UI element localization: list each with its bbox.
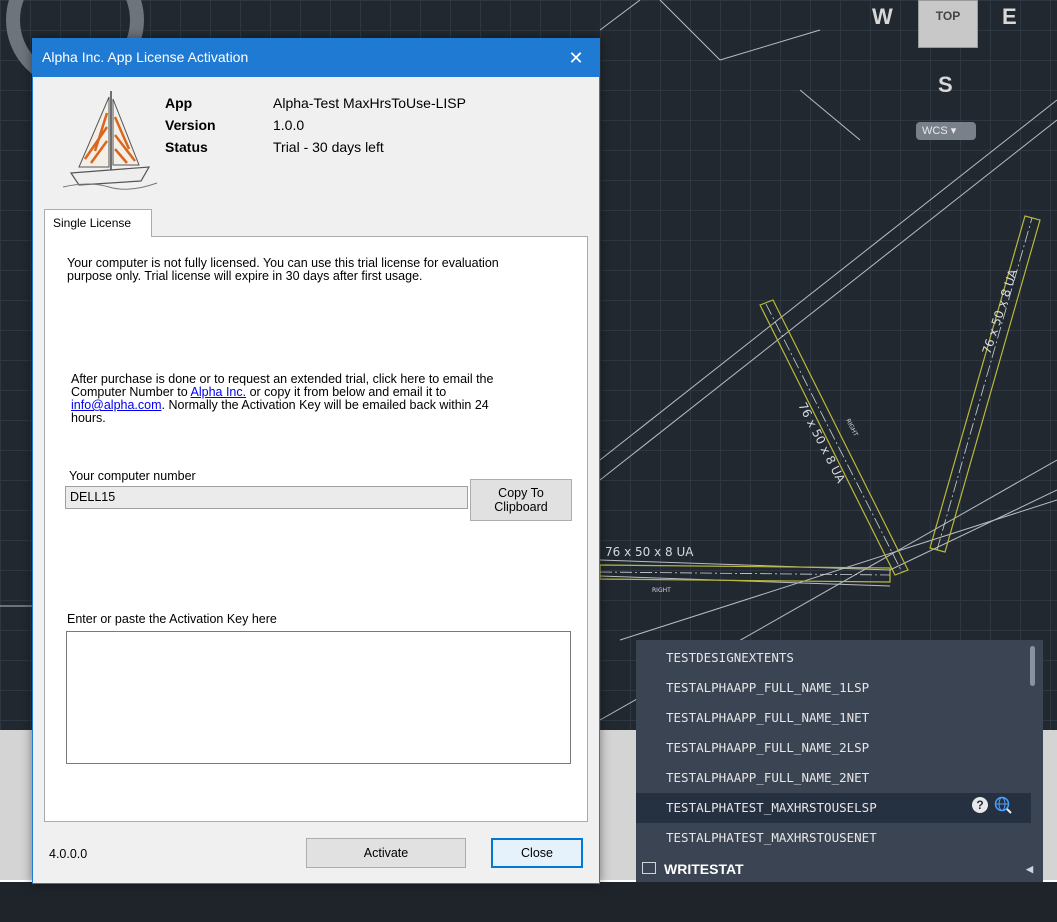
autocomplete-item[interactable]: TESTDESIGNEXTENTS — [636, 643, 1031, 673]
activate-button[interactable]: Activate — [306, 838, 466, 868]
status-label: Status — [165, 139, 208, 155]
computer-number-label: Your computer number — [69, 469, 196, 483]
compass-east[interactable]: E — [1002, 4, 1017, 30]
command-line[interactable]: WRITESTAT ◀ — [636, 856, 1043, 882]
drawing-line — [659, 0, 721, 61]
drawing-line — [599, 119, 1057, 481]
autocomplete-scrollbar[interactable] — [1030, 646, 1035, 686]
close-icon[interactable]: ✕ — [553, 39, 599, 77]
copy-to-clipboard-button[interactable]: Copy To Clipboard — [470, 479, 572, 521]
trial-notice: Your computer is not fully licensed. You… — [67, 256, 499, 283]
viewcube-top-face[interactable]: TOP — [918, 0, 978, 48]
drawing-line — [799, 89, 861, 141]
close-button[interactable]: Close — [491, 838, 583, 868]
centerline — [765, 303, 903, 573]
email-link[interactable]: info@alpha.com — [71, 398, 162, 412]
app-value: Alpha-Test MaxHrsToUse-LISP — [273, 95, 466, 111]
centerline — [936, 217, 1033, 551]
command-text: WRITESTAT — [664, 861, 744, 877]
drawing-line — [719, 29, 821, 61]
autocomplete-item[interactable]: TESTALPHAAPP_FULL_NAME_1NET — [636, 703, 1031, 733]
autocomplete-item[interactable]: TESTALPHAAPP_FULL_NAME_2NET — [636, 763, 1031, 793]
drawing-line — [889, 489, 1057, 571]
member-label: 76 x 50 x 8 UA — [605, 545, 694, 559]
globe-search-icon[interactable] — [994, 796, 1012, 814]
member-label: 76 x 50 x 8 UA — [795, 400, 848, 486]
status-value: Trial - 30 days left — [273, 139, 384, 155]
activation-key-input[interactable] — [66, 631, 571, 764]
centerline — [599, 571, 891, 576]
compass-west[interactable]: W — [872, 4, 893, 30]
version-value: 1.0.0 — [273, 117, 305, 133]
question-circle-icon[interactable]: ? — [972, 797, 988, 813]
company-link[interactable]: Alpha Inc. — [191, 385, 247, 399]
version-label: Version — [165, 117, 216, 133]
purchase-instructions: After purchase is done or to request an … — [71, 372, 494, 425]
autocomplete-item[interactable]: TESTALPHAAPP_FULL_NAME_2LSP — [636, 733, 1031, 763]
computer-number-field[interactable]: DELL15 — [65, 486, 468, 509]
sailboat-logo — [62, 91, 158, 190]
activation-key-label: Enter or paste the Activation Key here — [67, 612, 277, 626]
command-icon — [642, 862, 656, 874]
tag-label: RIGHT — [652, 587, 671, 594]
autocomplete-item[interactable]: TESTALPHAAPP_FULL_NAME_1LSP — [636, 673, 1031, 703]
footer-version: 4.0.0.0 — [49, 847, 88, 861]
dialog-titlebar[interactable]: Alpha Inc. App License Activation ✕ — [33, 39, 599, 77]
wcs-dropdown[interactable]: WCS ▾ — [916, 122, 976, 140]
compass-south[interactable]: S — [938, 72, 953, 98]
tab-single-license[interactable]: Single License — [44, 209, 152, 237]
chevron-left-icon[interactable]: ◀ — [1026, 856, 1033, 882]
dialog-title: Alpha Inc. App License Activation — [42, 49, 249, 65]
license-activation-dialog: Alpha Inc. App License Activation ✕ App … — [32, 38, 600, 884]
drawing-line — [599, 99, 1057, 461]
drawing-line — [599, 0, 641, 31]
app-label: App — [165, 95, 193, 111]
autocomplete-item[interactable]: TESTALPHATEST_MAXHRSTOUSENET — [636, 823, 1031, 853]
status-bar — [0, 882, 1057, 922]
member-outline — [929, 215, 1041, 553]
tag-label: RIGHT — [844, 418, 859, 438]
single-license-panel: Your computer is not fully licensed. You… — [44, 236, 588, 822]
command-autocomplete-list[interactable]: TESTDESIGNEXTENTS TESTALPHAAPP_FULL_NAME… — [636, 640, 1043, 856]
